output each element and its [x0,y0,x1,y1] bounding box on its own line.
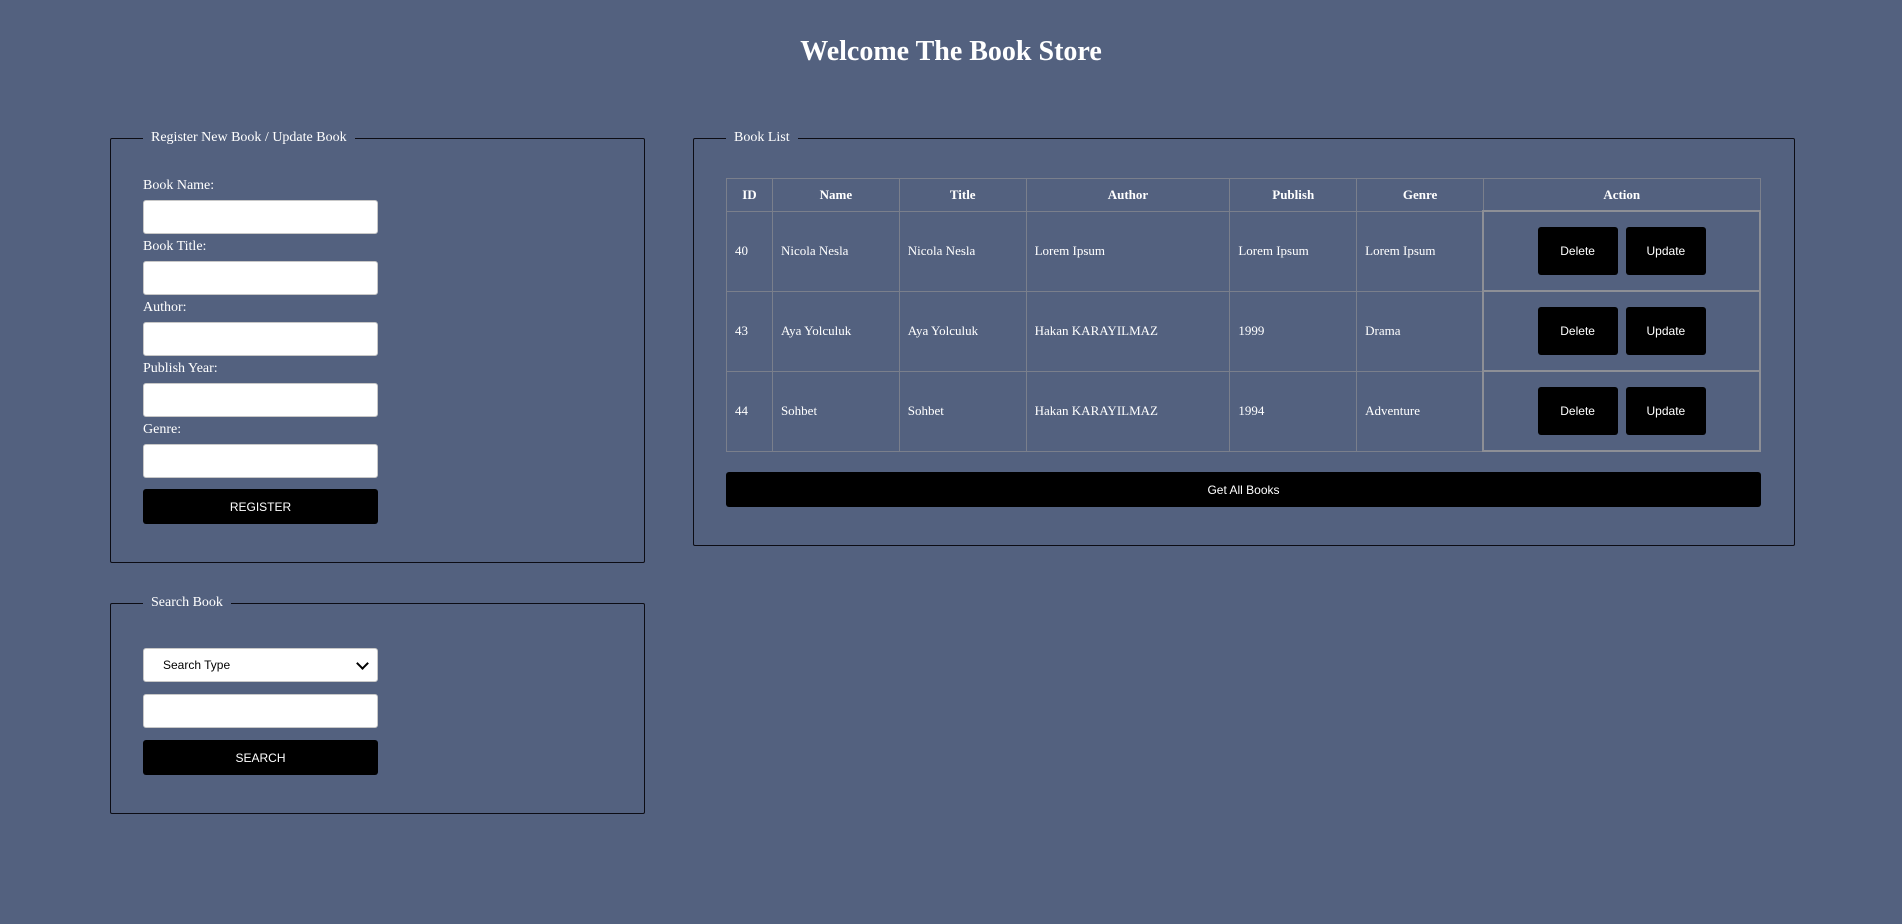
get-all-books-button[interactable]: Get All Books [726,472,1761,507]
book-title-label: Book Title: [143,239,207,254]
cell-id: 40 [726,210,773,292]
update-button[interactable]: Update [1625,307,1706,355]
page-title: Welcome The Book Store [800,36,1102,67]
genre-input[interactable] [143,444,378,478]
cell-publish: 1994 [1229,370,1358,452]
column-header-author: Author [1025,178,1231,212]
column-header-publish: Publish [1229,178,1358,212]
table-header-row: ID Name Title Author Publish Genre Actio… [726,178,1761,212]
table-row: 44 Sohbet Sohbet Hakan KARAYILMAZ 1994 A… [726,370,1761,452]
publish-year-label: Publish Year: [143,361,218,376]
book-store-page: Welcome The Book Store Register New Book… [0,0,1902,924]
column-header-action: Action [1482,178,1761,212]
cell-genre: Drama [1356,290,1484,372]
book-name-label: Book Name: [143,178,215,193]
cell-title: Sohbet [898,370,1027,452]
column-header-genre: Genre [1356,178,1484,212]
update-button[interactable]: Update [1625,387,1706,435]
delete-button[interactable]: Delete [1537,227,1618,275]
author-input[interactable] [143,322,378,356]
publish-year-input[interactable] [143,383,378,417]
cell-publish: 1999 [1229,290,1358,372]
cell-id: 43 [726,290,773,372]
search-query-input[interactable] [143,694,378,728]
column-header-title: Title [898,178,1027,212]
chevron-down-icon [356,656,369,670]
cell-author: Lorem Ipsum [1025,210,1231,292]
genre-label: Genre: [143,422,182,437]
cell-name: Nicola Nesla [771,210,900,292]
cell-name: Aya Yolculuk [771,290,900,372]
search-button[interactable]: SEARCH [143,740,378,775]
cell-author: Hakan KARAYILMAZ [1025,290,1231,372]
search-type-selected: Search Type [163,658,231,672]
cell-publish: Lorem Ipsum [1229,210,1358,292]
book-list-legend: Book List [734,130,790,145]
cell-name: Sohbet [771,370,900,452]
search-panel-legend: Search Book [151,595,223,610]
table-row: 43 Aya Yolculuk Aya Yolculuk Hakan KARAY… [726,290,1761,372]
table-row: 40 Nicola Nesla Nicola Nesla Lorem Ipsum… [726,210,1761,292]
update-button[interactable]: Update [1625,227,1706,275]
register-panel-legend: Register New Book / Update Book [151,130,347,145]
column-header-id: ID [726,178,773,212]
book-name-input[interactable] [143,200,378,234]
cell-id: 44 [726,370,773,452]
column-header-name: Name [771,178,900,212]
cell-author: Hakan KARAYILMAZ [1025,370,1231,452]
cell-action: Delete Update [1482,290,1761,372]
register-button[interactable]: REGISTER [143,489,378,524]
cell-action: Delete Update [1482,370,1761,452]
book-title-input[interactable] [143,261,378,295]
author-label: Author: [143,300,187,315]
search-type-select[interactable]: Search Type [143,648,378,682]
cell-genre: Lorem Ipsum [1356,210,1484,292]
delete-button[interactable]: Delete [1537,307,1618,355]
book-table: ID Name Title Author Publish Genre Actio… [726,178,1761,452]
delete-button[interactable]: Delete [1537,387,1618,435]
cell-genre: Adventure [1356,370,1484,452]
cell-action: Delete Update [1482,210,1761,292]
cell-title: Aya Yolculuk [898,290,1027,372]
cell-title: Nicola Nesla [898,210,1027,292]
